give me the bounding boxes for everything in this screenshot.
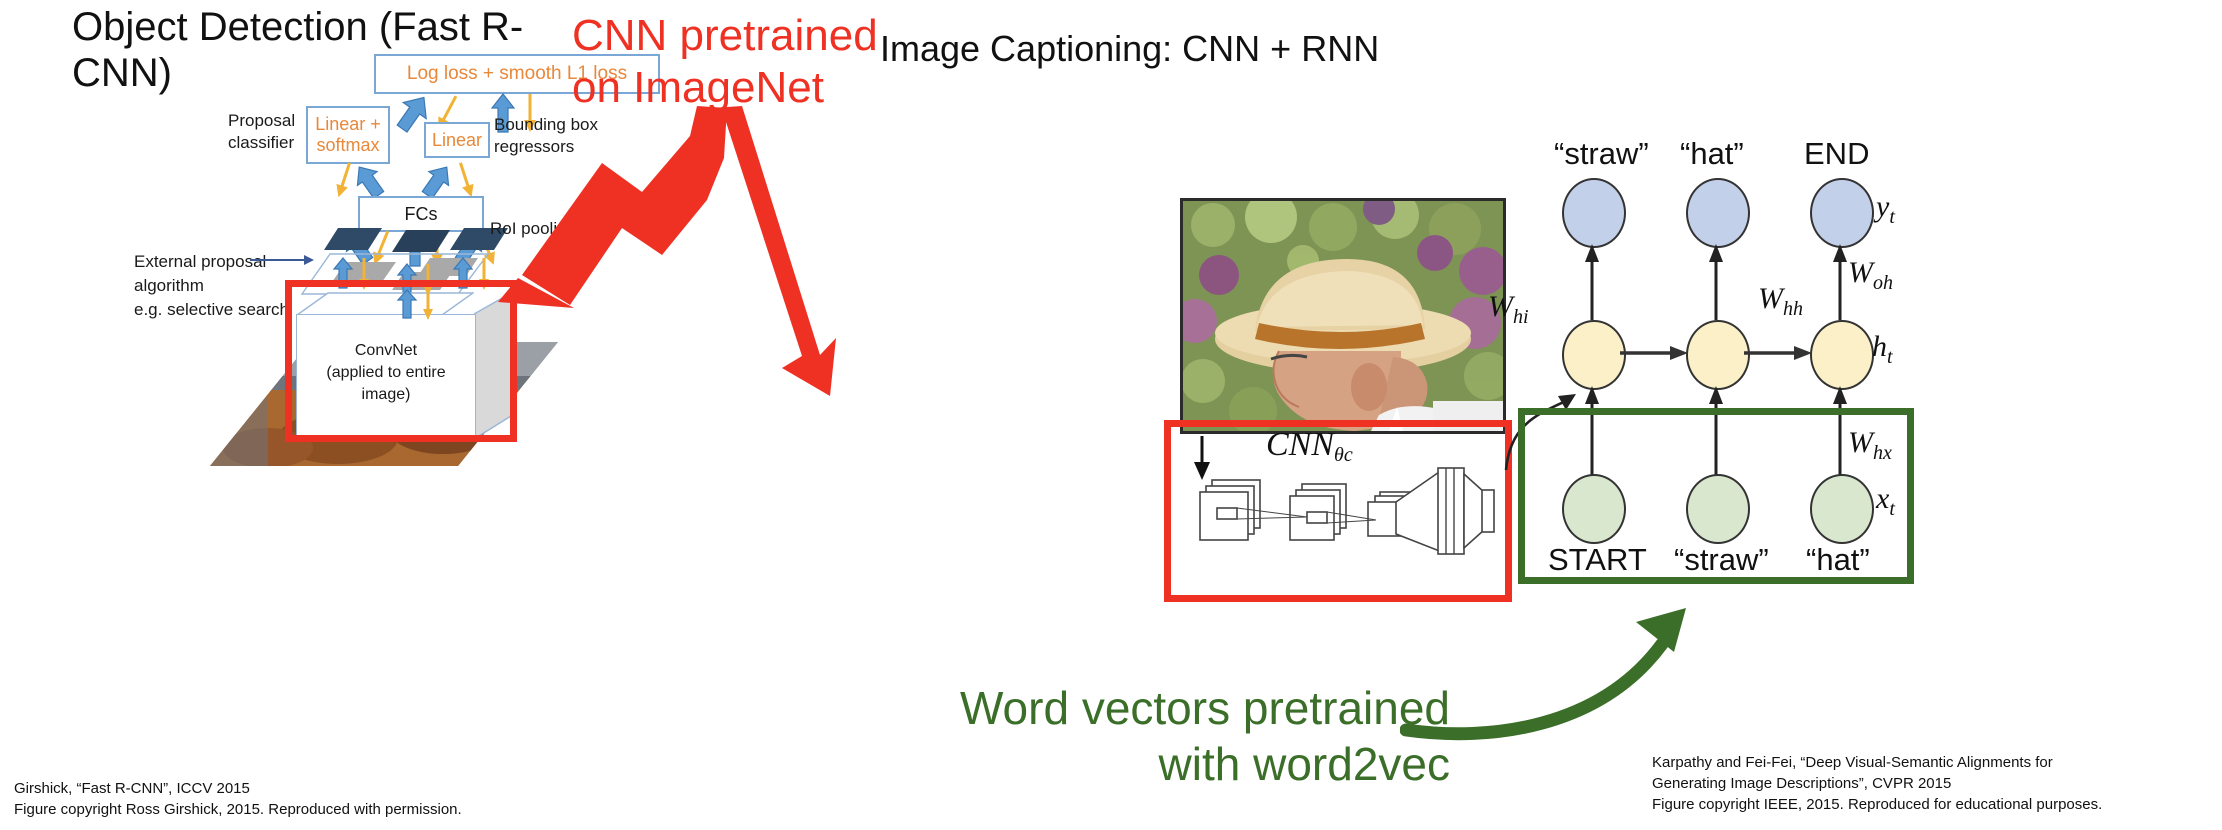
- captioning-title: Image Captioning: CNN + RNN: [880, 28, 1380, 69]
- convnet-highlight-box: [285, 280, 517, 442]
- cnn-highlight-box: [1164, 420, 1512, 602]
- hidden-node: [1686, 320, 1750, 390]
- output-token-label: END: [1804, 136, 1870, 171]
- input-photo-straw-hat: [1180, 198, 1506, 434]
- green-arrow-icon: [1399, 580, 1700, 755]
- w-oh-label: Woh: [1848, 256, 1893, 294]
- edge-arrow-icon: [1830, 242, 1850, 325]
- captioning-figure: CNNθc “straw” “hat” END yt Woh Whh ht Wh…: [1150, 130, 2210, 610]
- output-node: [1562, 178, 1626, 248]
- word2vec-annotation: Word vectors pretrained with word2vec: [959, 682, 1450, 790]
- red-arrow-right-icon: [690, 100, 850, 405]
- edge-arrow-icon: [1706, 242, 1726, 325]
- footer-right-citation: Karpathy and Fei-Fei, “Deep Visual-Seman…: [1652, 754, 2103, 813]
- proposal-classifier-label: Proposal classifier: [228, 111, 296, 152]
- linear-softmax-label: Linear + softmax: [315, 114, 381, 155]
- footer-left-citation: Girshick, “Fast R-CNN”, ICCV 2015 Figure…: [14, 780, 462, 818]
- fcs-label: FCs: [404, 203, 438, 224]
- edge-arrow-icon: [1582, 242, 1602, 325]
- blue-arrow-icon: [420, 162, 454, 200]
- output-node: [1686, 178, 1750, 248]
- w-hi-label: Whi: [1488, 290, 1529, 328]
- w-hh-label: Whh: [1758, 282, 1803, 320]
- linear-softmax-box: Linear + softmax: [306, 106, 390, 164]
- blue-arrow-icon: [352, 162, 386, 200]
- output-token-label: “straw”: [1554, 136, 1649, 171]
- y-t-label: yt: [1876, 190, 1895, 228]
- hidden-node: [1810, 320, 1874, 390]
- h-t-label: ht: [1872, 330, 1893, 368]
- cnn-pretrained-annotation: CNN pretrained on ImageNet: [572, 11, 878, 112]
- output-token-label: “hat”: [1680, 136, 1744, 171]
- edge-arrow-icon: [1744, 342, 1814, 369]
- edge-arrow-icon: [1620, 342, 1690, 369]
- input-highlight-box: [1518, 408, 1914, 584]
- linear-label: Linear: [431, 129, 483, 150]
- linear-box: Linear: [424, 122, 490, 158]
- external-proposal-connector-icon: [250, 250, 316, 275]
- output-node: [1810, 178, 1874, 248]
